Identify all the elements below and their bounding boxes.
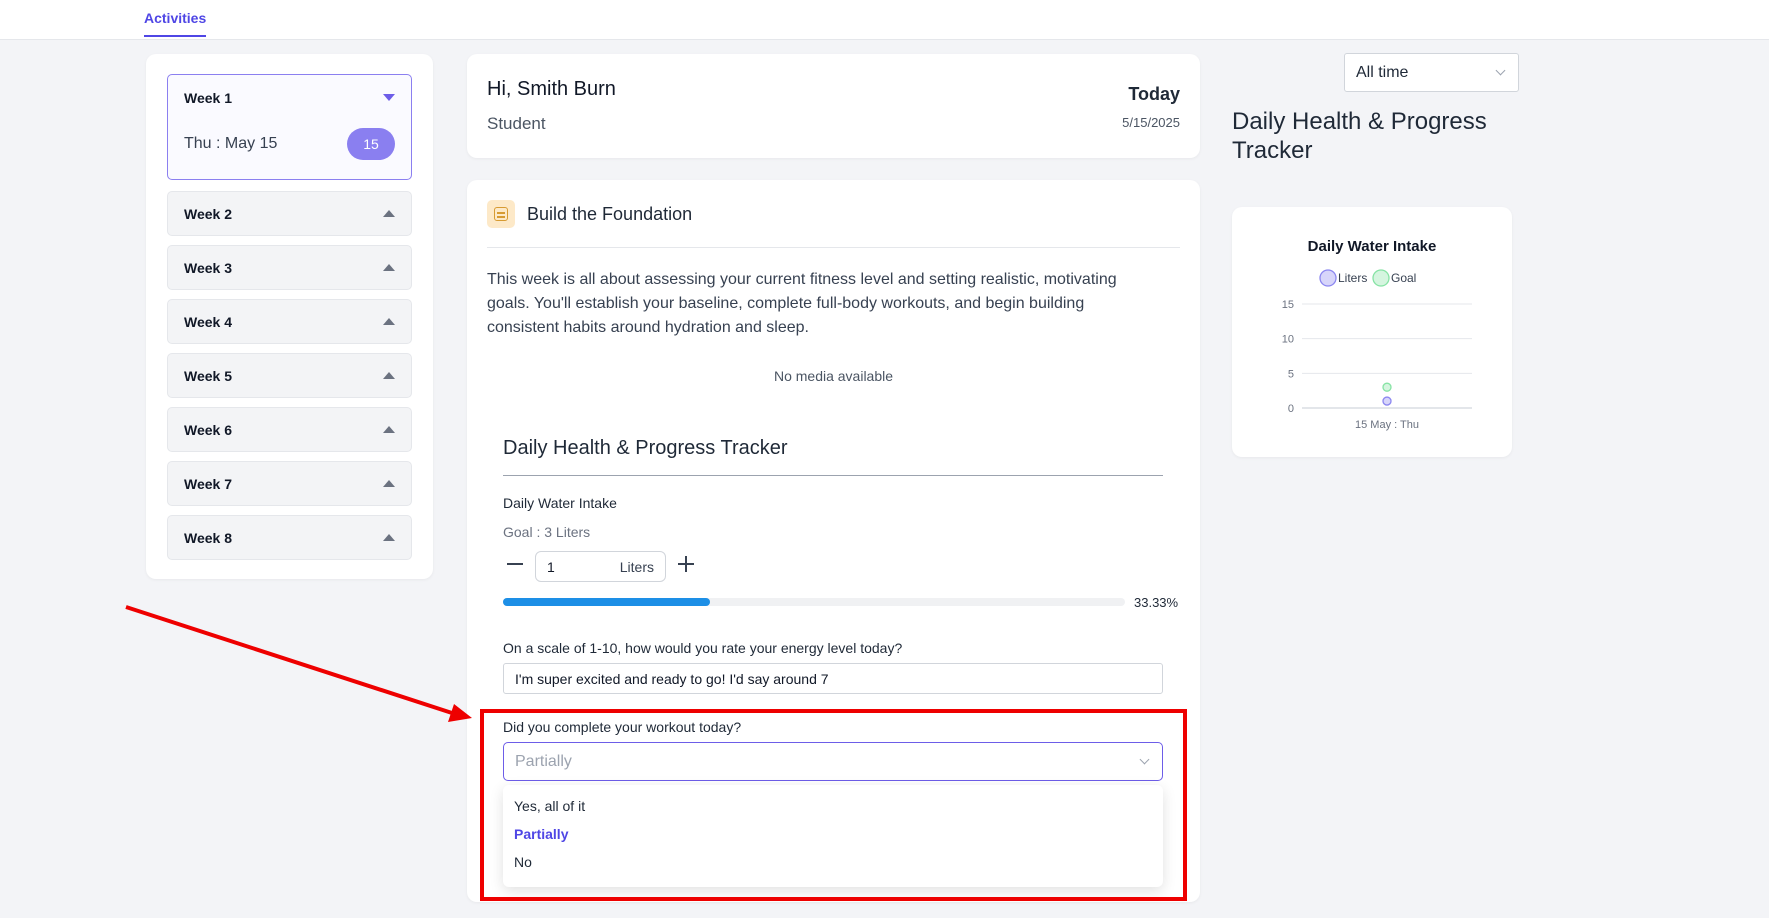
energy-answer-input[interactable]	[503, 663, 1163, 694]
workout-option-partially[interactable]: Partially	[514, 826, 568, 842]
week-8-panel[interactable]: Week 8	[167, 515, 412, 560]
chart-svg: Daily Water Intake Liters Goal 0 5 10 15 15 M…	[1282, 238, 1472, 431]
water-unit-label: Liters	[619, 559, 654, 575]
week-label: Week 7	[184, 476, 232, 492]
caret-up-icon[interactable]	[383, 264, 395, 271]
arrow-shaft	[125, 605, 453, 715]
week-5-panel[interactable]: Week 5	[167, 353, 412, 398]
week-label: Week 8	[184, 530, 232, 546]
caret-up-icon[interactable]	[383, 372, 395, 379]
chevron-down-icon	[1139, 754, 1150, 765]
time-range-select[interactable]: All time	[1344, 53, 1519, 92]
today-label: Today	[1128, 84, 1180, 104]
x-tick-label: 15 May : Thu	[1355, 419, 1419, 431]
week-2-panel[interactable]: Week 2	[167, 191, 412, 236]
y-tick-label: 15	[1282, 299, 1294, 311]
workout-option-yes[interactable]: Yes, all of it	[514, 798, 585, 814]
today-date: 5/15/2025	[1122, 115, 1180, 130]
workout-select[interactable]: Partially	[503, 742, 1163, 781]
week-4-panel[interactable]: Week 4	[167, 299, 412, 344]
lesson-card: Build the Foundation This week is all ab…	[467, 180, 1200, 902]
water-intake-label: Daily Water Intake	[503, 495, 617, 511]
tracker-title: Daily Health & Progress Tracker	[503, 437, 788, 459]
water-intake-chart: Daily Water Intake Liters Goal 0 5 10 15 15 M…	[1232, 207, 1512, 457]
workout-option-no[interactable]: No	[514, 854, 532, 870]
lesson-title: Build the Foundation	[527, 204, 693, 224]
user-greeting: Hi, Smith Burn	[487, 78, 616, 100]
week-1-label: Week 1	[184, 90, 232, 106]
user-role: Student	[487, 114, 546, 133]
right-panel-title: Daily Health & Progress Tracker	[1232, 108, 1487, 164]
data-point-goal	[1382, 382, 1392, 392]
tab-activities[interactable]: Activities	[144, 10, 207, 37]
water-progress-bar	[503, 598, 1125, 606]
legend-label: Liters	[1338, 271, 1367, 285]
water-progress-percent: 33.33%	[1134, 595, 1179, 610]
day-badge[interactable]: 15	[347, 128, 395, 160]
caret-up-icon[interactable]	[383, 426, 395, 433]
y-tick-label: 5	[1288, 368, 1294, 380]
water-quantity-input[interactable]: 1 Liters	[535, 551, 666, 582]
week-6-panel[interactable]: Week 6	[167, 407, 412, 452]
legend-swatch	[1319, 269, 1337, 287]
chevron-down-icon	[1495, 65, 1506, 76]
divider	[487, 247, 1180, 248]
energy-question: On a scale of 1-10, how would you rate y…	[503, 640, 903, 656]
workout-dropdown-menu: Yes, all of it Partially No	[503, 785, 1163, 887]
checklist-icon	[487, 200, 515, 228]
chart-title: Daily Water Intake	[1308, 238, 1437, 255]
week-1-panel[interactable]: Week 1 Thu : May 15 15	[167, 74, 412, 180]
week-label: Week 3	[184, 260, 232, 276]
greeting-card: Hi, Smith Burn Student Today 5/15/2025	[467, 54, 1200, 158]
workout-selected-value: Partially	[515, 753, 572, 770]
decrement-button[interactable]	[503, 552, 527, 576]
legend-swatch	[1372, 269, 1390, 287]
top-navigation: Activities	[0, 0, 1769, 40]
week-label: Week 6	[184, 422, 232, 438]
workout-question: Did you complete your workout today?	[503, 719, 742, 735]
day-item-label[interactable]: Thu : May 15	[184, 135, 277, 153]
water-quantity-value[interactable]: 1	[547, 559, 555, 575]
y-tick-label: 0	[1288, 403, 1294, 415]
water-goal-label: Goal : 3 Liters	[503, 524, 591, 540]
week-label: Week 5	[184, 368, 232, 384]
caret-down-icon[interactable]	[383, 94, 395, 101]
increment-button[interactable]	[674, 552, 698, 576]
legend-label: Goal	[1391, 271, 1416, 285]
divider	[503, 475, 1163, 476]
y-tick-label: 10	[1282, 334, 1294, 346]
caret-up-icon[interactable]	[383, 534, 395, 541]
time-range-value: All time	[1356, 64, 1409, 81]
week-7-panel[interactable]: Week 7	[167, 461, 412, 506]
water-progress-fill	[503, 598, 711, 606]
week-sidebar: Week 1 Thu : May 15 15 Week 2 Week 3 Wee…	[146, 54, 433, 579]
data-point-liters	[1382, 396, 1392, 406]
week-label: Week 4	[184, 314, 232, 330]
week-label: Week 2	[184, 206, 232, 222]
caret-up-icon[interactable]	[383, 318, 395, 325]
caret-up-icon[interactable]	[383, 480, 395, 487]
no-media-message: No media available	[773, 368, 894, 384]
caret-up-icon[interactable]	[383, 210, 395, 217]
lesson-description: This week is all about assessing your cu…	[487, 271, 1117, 336]
week-3-panel[interactable]: Week 3	[167, 245, 412, 290]
